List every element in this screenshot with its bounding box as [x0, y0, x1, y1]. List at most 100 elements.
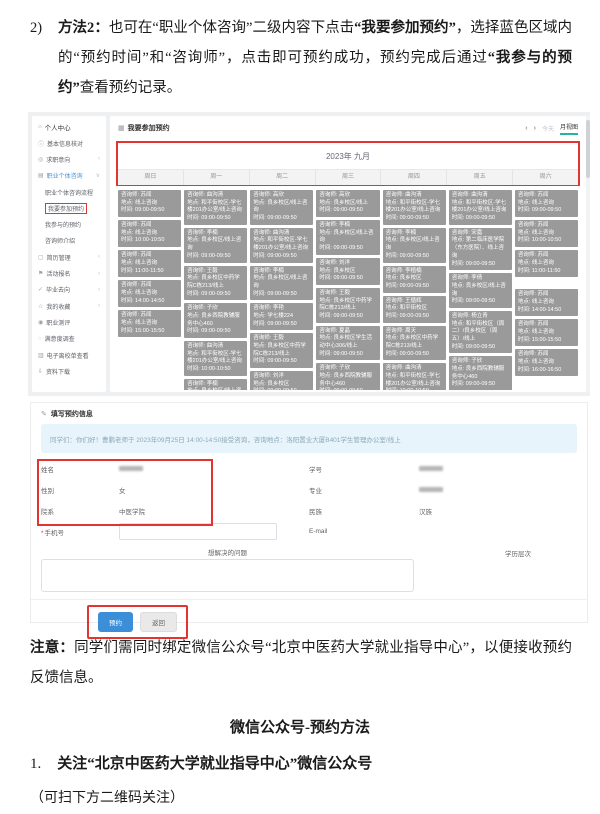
calendar-header-annotation-box: 2023年 九月 周日周一周二周三周四周五周六 — [116, 141, 580, 186]
field-value: 汉族 — [419, 506, 432, 516]
home-icon: ⌂ — [38, 124, 42, 130]
form-title-label: 填写预约信息 — [51, 409, 93, 419]
calendar-panel: ▦ 我要参加预约 ‹ › 今天 月视图 2023年 九月 周日周一周二周三周四周… — [110, 116, 586, 392]
calendar-column: 咨询师: 苏闻地点: 线上咨询时间: 09:00-09:50 咨询师: 苏闻地点:… — [118, 190, 181, 390]
slot-counselor: 咨询师: 子欣 — [452, 358, 509, 366]
scrollbar-thumb[interactable] — [586, 120, 590, 178]
appointment-slot[interactable]: 咨询师: 李植楠地点: 良乡校区时间: 09:00-09:50 — [383, 266, 446, 293]
chevron-icon: ‹ — [98, 156, 100, 162]
back-button[interactable]: 返回 — [140, 612, 177, 632]
appointment-slot[interactable]: 咨询师: 周天地点: 良乡校区中药学院C栋213/线上时间: 09:00-09:… — [383, 326, 446, 361]
sidebar-item[interactable]: 职业个体咨询流程 — [32, 184, 106, 200]
sidebar-item[interactable]: ◉职业测评 — [32, 314, 106, 330]
slot-time: 时间: 09:00-09:50 — [187, 291, 244, 299]
appointment-slot[interactable]: 咨询师: 李倩地点: 良乡校区/线上咨询时间: 09:00-09:50 — [449, 273, 512, 308]
appointment-slot[interactable]: 咨询师: 王毅地点: 良乡校区中药学院C栋213/线上时间: 09:00-09:… — [316, 288, 379, 323]
submit-button[interactable]: 预约 — [98, 612, 133, 632]
appointment-slot[interactable]: 咨询师: 苏闻地点: 线上咨询时间: 10:00-10:50 — [118, 220, 181, 247]
menu-icon: ▥ — [38, 352, 44, 359]
appointment-slot[interactable]: 咨询师: 曲沟清地点: 和平街校区-学七楼201办公室/线上咨询时间: 09:0… — [383, 190, 446, 225]
appointment-slot[interactable]: 咨询师: 李艳地点: 学七楼224时间: 09:00-09:50 — [250, 303, 313, 330]
sidebar-item[interactable]: ▤职业个体咨询∨ — [32, 168, 106, 184]
slot-location: 地点: 线上咨询 — [518, 260, 575, 268]
appointment-slot[interactable]: 咨询师: 苏闻地点: 线上咨询时间: 15:00-15:50 — [118, 310, 181, 337]
slot-time: 时间: 09:00-09:50 — [452, 381, 509, 389]
appointment-slot[interactable]: 咨询师: 高欣地点: 良乡校区/线上时间: 09:00-09:50 — [316, 190, 379, 217]
prev-month-button[interactable]: ‹ — [525, 125, 527, 132]
appointment-slot[interactable]: 咨询师: 子欣地点: 良乡西院教辅服务中心460时间: 09:00-09:50 — [316, 363, 379, 390]
appointment-slot[interactable]: 咨询师: 苏闻地点: 线上咨询时间: 16:00-16:50 — [515, 349, 578, 376]
appointment-slot[interactable]: 咨询师: 李楠地点: 良乡校区/线上咨询时间: 09:00-09:50 — [316, 220, 379, 255]
appointment-slot[interactable]: 咨询师: 李楠地点: 良乡校区/线上咨询时间: 09:00-09:50 — [184, 228, 247, 263]
menu-icon: ◌ — [38, 336, 42, 342]
slot-counselor: 咨询师: 王毅 — [253, 335, 310, 343]
sidebar-item[interactable]: ◌满意度调查 — [32, 331, 106, 347]
appointment-slot[interactable]: 咨询师: 子欣地点: 良乡西院教辅服务中心460时间: 09:00-09:50 — [184, 303, 247, 338]
appointment-slot[interactable]: 咨询师: 李楠地点: 良乡校区/线上咨询时间: 09:00-09:50 — [250, 266, 313, 301]
sidebar-item[interactable]: ⚑活动报名‹ — [32, 265, 106, 281]
form-row: 院系中医学院 — [41, 500, 309, 521]
appointment-slot[interactable]: 咨询师: 子欣地点: 良乡西院教辅服务中心460时间: 09:00-09:50 — [449, 356, 512, 390]
sidebar-item[interactable]: ✓毕业去向‹ — [32, 282, 106, 298]
appointment-slot[interactable]: 咨询师: 王毅地点: 良乡校区中药学院C栋213/线上时间: 09:00-09:… — [250, 333, 313, 368]
appointment-slot[interactable]: 咨询师: 苏闻地点: 线上咨询时间: 10:00-10:50 — [515, 220, 578, 247]
sidebar-item[interactable]: ⓘ基本信息核对 — [32, 135, 106, 151]
calendar-column: 咨询师: 曲沟清地点: 和平街校区-学七楼201办公室/线上咨询时间: 09:0… — [383, 190, 446, 390]
next-month-button[interactable]: › — [534, 125, 536, 132]
form-fields-right: 学号专业民族汉族E-mail学历层次 — [309, 458, 577, 544]
sidebar-item[interactable]: ▢简历管理‹ — [32, 249, 106, 265]
field-label: E-mail — [309, 528, 419, 535]
appointment-slot[interactable]: 咨询师: 刘洋地点: 良乡校区时间: 09:00-09:50 — [250, 371, 313, 390]
sidebar-item[interactable]: 咨询师介绍 — [32, 233, 106, 249]
sidebar-item-label: 简历管理 — [47, 253, 71, 262]
form-row: *手机号 — [41, 521, 309, 542]
appointment-slot[interactable]: 咨询师: 夏晶地点: 良乡校区学生活动中心306/线上时间: 09:00-09:… — [316, 326, 379, 361]
appointment-slot[interactable]: 咨询师: 刘洋地点: 良乡校区时间: 09:00-09:50 — [316, 258, 379, 285]
appointment-slot[interactable]: 咨询师: 苏闻地点: 线上咨询时间: 11:00-11:50 — [515, 250, 578, 277]
booking-form: ✎ 填写预约信息 同学们：你们好！曹鹏老师于 2023年09月25日 14:00… — [30, 402, 588, 623]
sidebar-item[interactable]: 我参与的预约 — [32, 216, 106, 232]
appointment-slot[interactable]: 咨询师: 杨立青地点: 和平街校区（周二）/良乡校区（周五）/线上时间: 09:… — [449, 311, 512, 353]
slot-counselor: 咨询师: 苏闻 — [518, 192, 575, 200]
slot-counselor: 咨询师: 高欣 — [253, 192, 310, 200]
appointment-slot[interactable]: 咨询师: 王毅地点: 良乡校区中药学院C栋213/线上时间: 09:00-09:… — [184, 266, 247, 301]
month-title: 2023年 九月 — [118, 143, 578, 169]
sidebar-item[interactable]: ◎求职意向‹ — [32, 151, 106, 167]
appointment-slot[interactable]: 咨询师: 苏闻地点: 线上咨询时间: 14:00-14:50 — [118, 280, 181, 307]
appointment-slot[interactable]: 咨询师: 苏闻地点: 线上咨询时间: 09:00-09:50 — [118, 190, 181, 217]
slot-time: 时间: 09:00-09:50 — [319, 351, 376, 359]
calendar-column: 咨询师: 曲沟清地点: 和平街校区-学七楼201办公室/线上咨询时间: 09:0… — [184, 190, 247, 390]
sidebar: ⌂ 个人中心 ⓘ基本信息核对◎求职意向‹▤职业个体咨询∨职业个体咨询流程我要参加… — [32, 116, 106, 392]
appointment-slot[interactable]: 咨询师: 李楠地点: 良乡校区/线上咨询时间: 09:00-09:50 — [383, 228, 446, 263]
appointment-slot[interactable]: 咨询师: 苏闻地点: 线上咨询时间: 09:00-09:50 — [515, 190, 578, 217]
slot-location: 地点: 线上咨询 — [121, 290, 178, 298]
phone-input[interactable] — [119, 523, 277, 540]
slot-time: 时间: 09:00-09:50 — [386, 215, 443, 223]
today-button[interactable]: 今天 — [542, 124, 554, 133]
sidebar-title[interactable]: ⌂ 个人中心 — [32, 119, 106, 135]
appointment-slot[interactable]: 咨询师: 李楠地点: 良乡校区/线上咨询时间: 10:00-10:50 — [184, 379, 247, 390]
appointment-slot[interactable]: 咨询师: 曲沟清地点: 和平街校区-学七楼201办公室/线上咨询时间: 10:0… — [383, 363, 446, 390]
calendar-column: 咨询师: 曲沟清地点: 和平街校区-学七楼201办公室/线上咨询时间: 09:0… — [449, 190, 512, 390]
sidebar-item[interactable]: ⇩资料下载 — [32, 363, 106, 379]
slot-counselor: 咨询师: 苏闻 — [518, 252, 575, 260]
field-label: 专业 — [309, 485, 419, 495]
appointment-slot[interactable]: 咨询师: 宋嘉地点: 第二临床医学院（东方医院）、线上咨询时间: 09:00-0… — [449, 228, 512, 270]
sidebar-item[interactable]: ▥电子离校单查看 — [32, 347, 106, 363]
appointment-slot[interactable]: 咨询师: 曲沟清地点: 和平街校区-学七楼201办公室/线上咨询时间: 09:0… — [184, 190, 247, 225]
redacted-value — [419, 487, 443, 492]
menu-icon: ▢ — [38, 254, 44, 261]
appointment-slot[interactable]: 咨询师: 苏闻地点: 线上咨询时间: 11:00-11:50 — [118, 250, 181, 277]
appointment-slot[interactable]: 咨询师: 曲沟清地点: 和平街校区-学七楼201办公室/线上咨询时间: 09:0… — [449, 190, 512, 225]
appointment-slot[interactable]: 咨询师: 苏闻地点: 线上咨询时间: 15:00-15:50 — [515, 319, 578, 346]
sidebar-item[interactable]: ☆我的收藏‹ — [32, 298, 106, 314]
appointment-slot[interactable]: 咨询师: 苏闻地点: 线上咨询时间: 14:00-14:50 — [515, 289, 578, 316]
scrollbar[interactable] — [586, 116, 590, 392]
month-view-tab[interactable]: 月视图 — [560, 122, 578, 135]
sidebar-item[interactable]: 我要参加预约 — [32, 200, 106, 216]
appointment-slot[interactable]: 咨询师: 曲沟清地点: 和平街校区-学七楼201办公室/线上咨询时间: 10:0… — [184, 341, 247, 376]
appointment-slot[interactable]: 咨询师: 高欣地点: 良乡校区/线上咨询时间: 09:00-09:50 — [250, 190, 313, 225]
appointment-slot[interactable]: 咨询师: 曲沟清地点: 和平街校区-学七楼201办公室/线上咨询时间: 09:0… — [250, 228, 313, 263]
appointment-slot[interactable]: 咨询师: 王循辉地点: 和平街校区时间: 09:00-09:50 — [383, 296, 446, 323]
question-textarea[interactable] — [41, 559, 414, 592]
